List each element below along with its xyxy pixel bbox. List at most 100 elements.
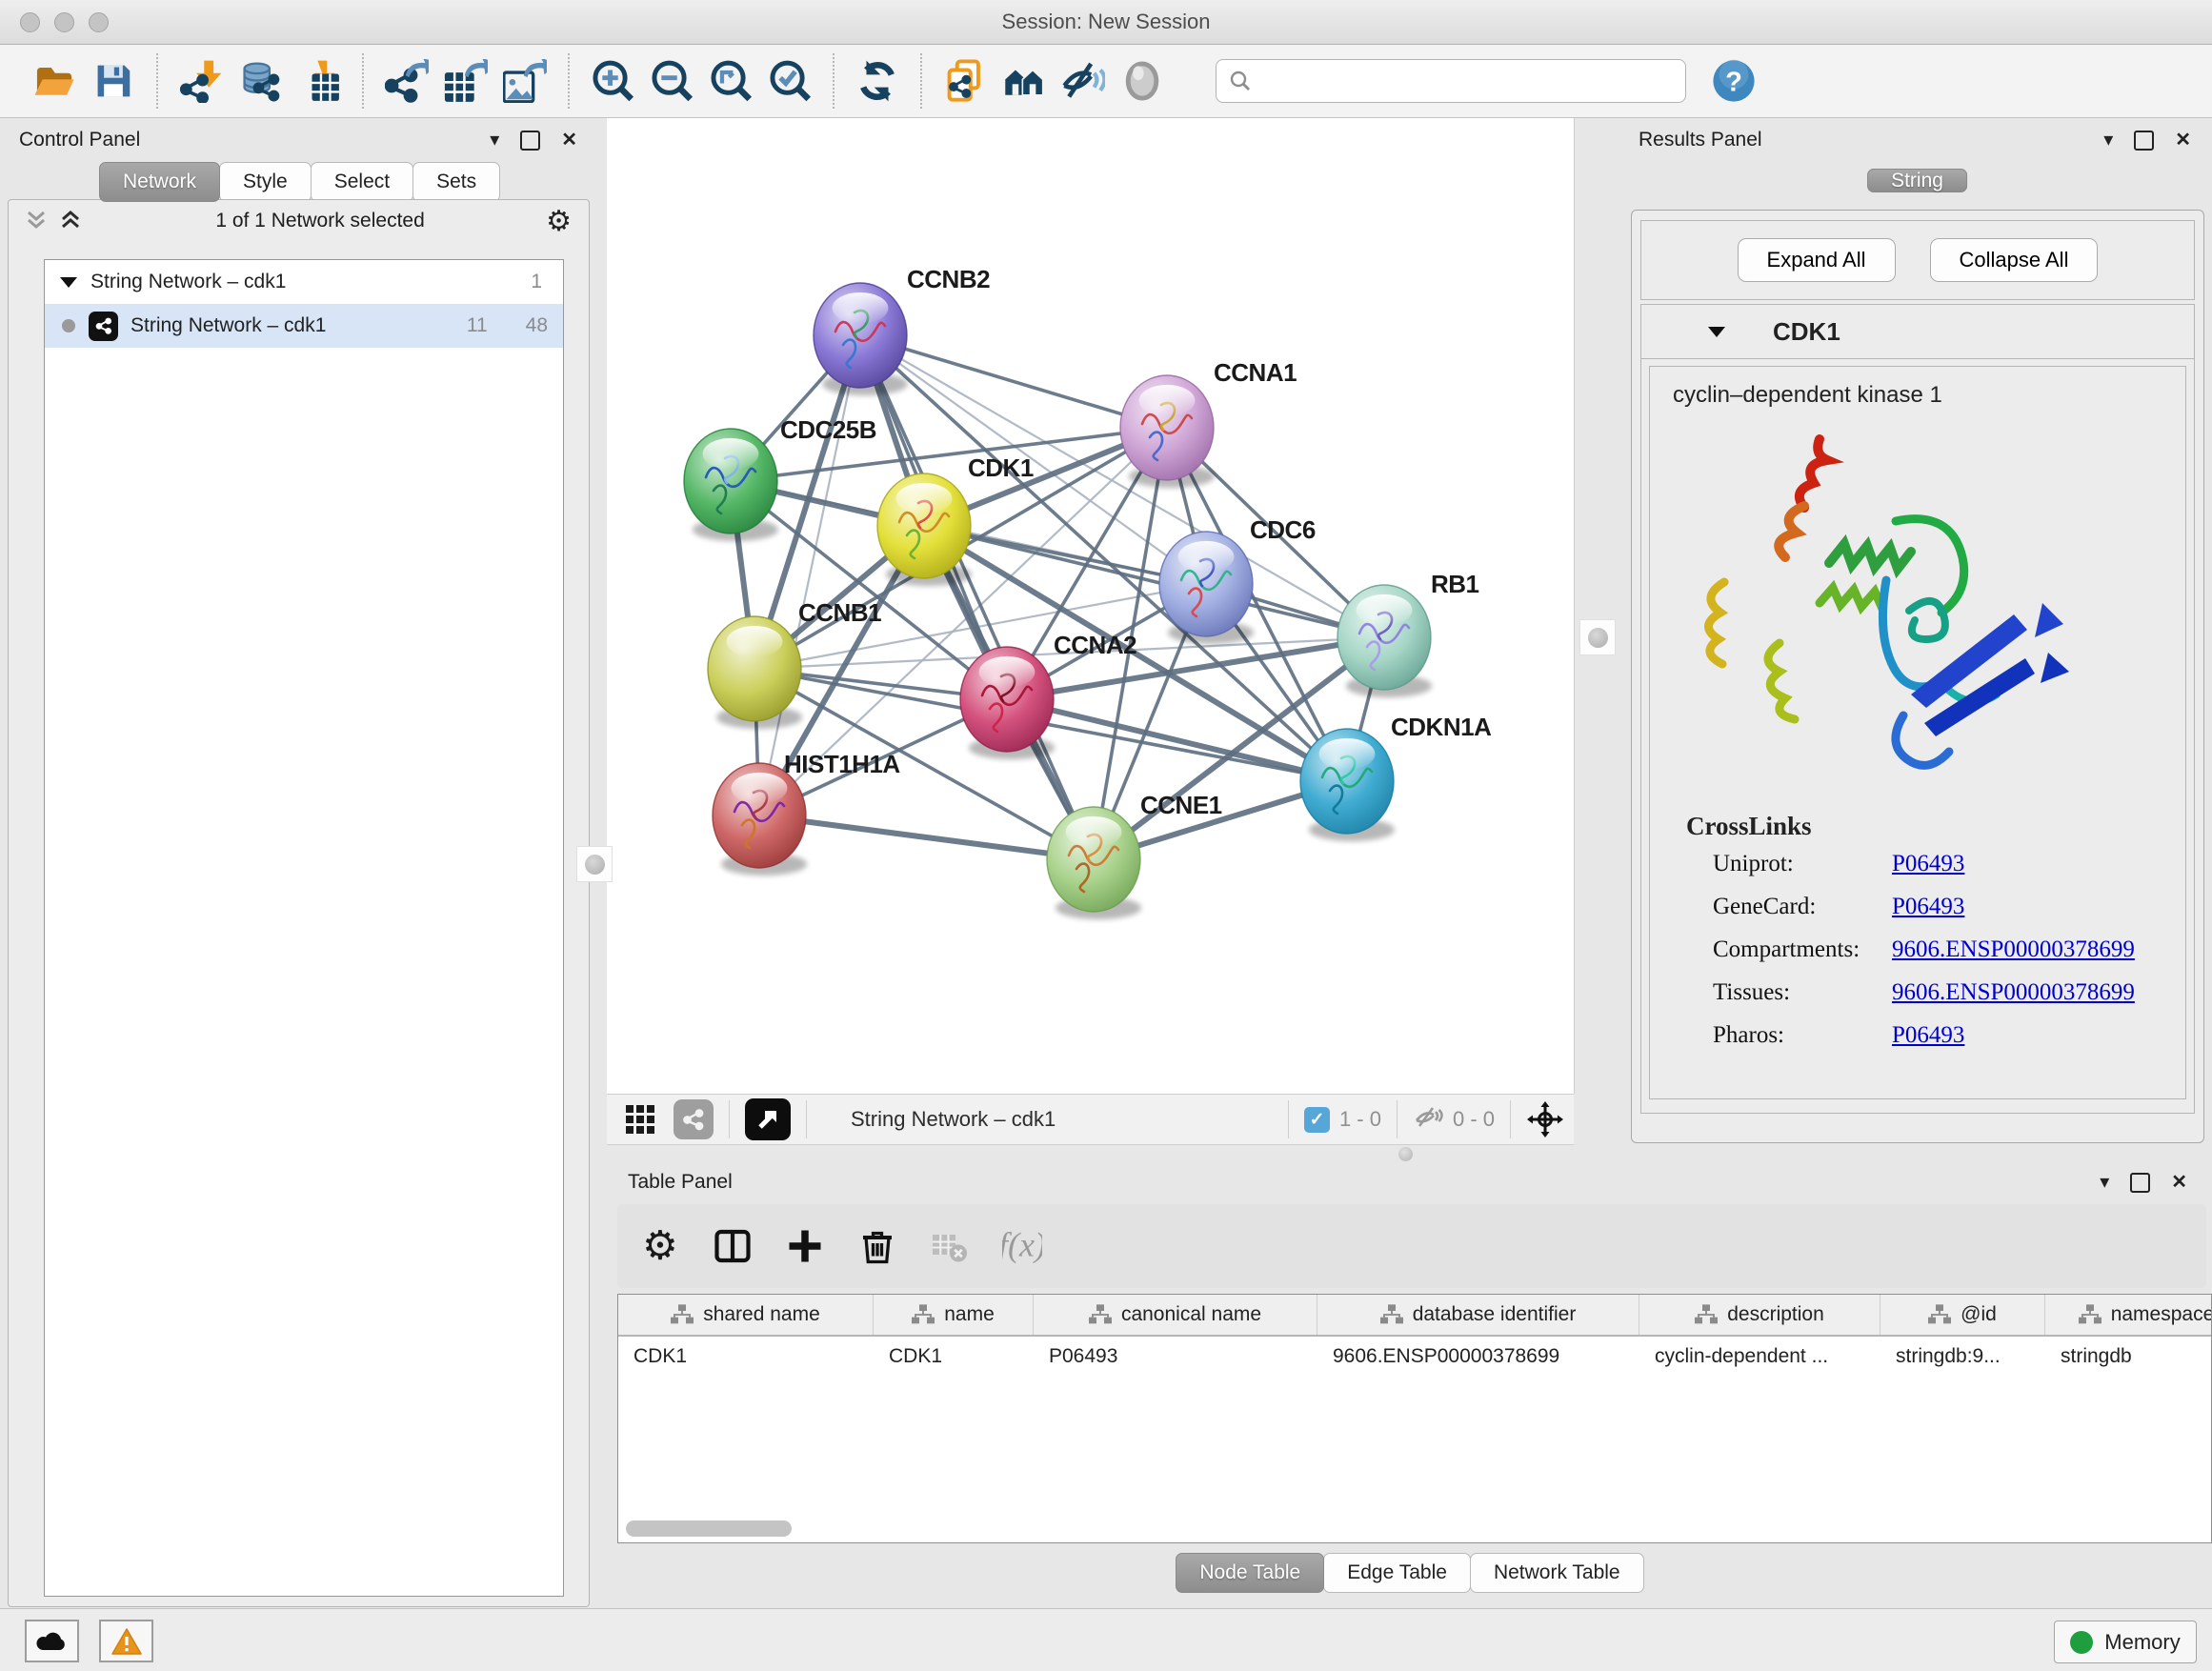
column-header-shared-name[interactable]: shared name (618, 1295, 874, 1336)
network-node-CCNA2[interactable] (960, 647, 1055, 759)
network-node-CCNA1[interactable] (1120, 375, 1215, 488)
float-panel-icon[interactable] (2134, 131, 2154, 151)
expand-all-button[interactable]: Expand All (1738, 238, 1896, 282)
network-node-RB1[interactable] (1337, 585, 1432, 697)
memory-button[interactable]: Memory (2054, 1621, 2197, 1663)
zoom-selected-button[interactable] (765, 54, 814, 108)
table-cell: 9606.ENSP00000378699 (1317, 1336, 1639, 1377)
show-all-button[interactable] (1117, 54, 1167, 108)
tab-node-table[interactable]: Node Table (1176, 1553, 1324, 1593)
panel-menu-icon[interactable]: ▾ (2103, 131, 2113, 150)
zoom-out-button[interactable] (647, 54, 696, 108)
network-node-CCNB1[interactable] (708, 616, 802, 729)
tree-collapse-icon[interactable] (60, 277, 77, 288)
network-node-CDC6[interactable] (1159, 532, 1254, 644)
tab-network-table[interactable]: Network Table (1470, 1553, 1644, 1593)
tab-select[interactable]: Select (311, 162, 413, 202)
network-tree-child-row[interactable]: String Network – cdk1 11 48 (45, 304, 563, 348)
network-node-HIST1H1A[interactable] (713, 763, 807, 876)
network-share-button[interactable] (674, 1099, 714, 1139)
import-table-button[interactable] (294, 54, 344, 108)
zoom-selected-icon (768, 59, 812, 103)
column-header-database-identifier[interactable]: database identifier (1317, 1295, 1639, 1336)
expand-all-icon[interactable] (60, 210, 81, 232)
selected-nodes-checkbox[interactable]: ✓ (1304, 1107, 1330, 1133)
node-label-CCNA1: CCNA1 (1214, 358, 1297, 387)
panel-menu-icon[interactable]: ▾ (490, 131, 499, 150)
delete-columns-button[interactable] (857, 1226, 897, 1266)
detach-view-button[interactable] (745, 1098, 791, 1140)
tab-edge-table[interactable]: Edge Table (1323, 1553, 1471, 1593)
crosslink-link[interactable]: 9606.ENSP00000378699 (1892, 936, 2135, 963)
save-session-button[interactable] (89, 54, 138, 108)
export-table-button[interactable] (441, 54, 491, 108)
toggle-columns-button[interactable] (713, 1226, 753, 1266)
tab-sets[interactable]: Sets (412, 162, 500, 202)
apply-layout-button[interactable] (853, 54, 902, 108)
column-header-description[interactable]: description (1639, 1295, 1880, 1336)
right-splitter-handle[interactable] (1579, 619, 1616, 655)
export-network-icon (385, 59, 429, 103)
network-tree-root-row[interactable]: String Network – cdk1 1 (45, 260, 563, 304)
network-node-CDC25B[interactable] (684, 429, 778, 541)
column-header-namespace[interactable]: namespace (2045, 1295, 2212, 1336)
cloud-button[interactable] (25, 1620, 79, 1662)
network-collection-label: String Network – cdk1 (90, 271, 286, 293)
float-panel-icon[interactable] (2130, 1173, 2150, 1193)
new-network-from-selection-button[interactable] (940, 54, 990, 108)
crosslink-link[interactable]: P06493 (1892, 851, 1964, 877)
function-builder-button[interactable]: f(x) (1002, 1226, 1042, 1266)
tab-string[interactable]: String (1867, 169, 1967, 192)
control-panel: Control Panel ▾ ✕ NetworkStyleSelectSets… (0, 118, 600, 1608)
table-hscrollbar-thumb[interactable] (626, 1520, 792, 1537)
column-header-name[interactable]: name (874, 1295, 1034, 1336)
gear-icon[interactable]: ⚙ (546, 205, 572, 238)
tab-network[interactable]: Network (99, 162, 220, 202)
first-neighbors-button[interactable] (999, 54, 1049, 108)
warning-button[interactable] (99, 1620, 153, 1662)
left-splitter-handle[interactable] (576, 846, 613, 882)
close-panel-icon[interactable]: ✕ (2175, 131, 2191, 150)
warning-icon (111, 1627, 143, 1656)
column-header-@id[interactable]: @id (1880, 1295, 2045, 1336)
export-network-button[interactable] (382, 54, 432, 108)
network-node-CCNB2[interactable] (814, 283, 908, 395)
tab-style[interactable]: Style (219, 162, 312, 202)
create-column-button[interactable] (785, 1226, 825, 1266)
open-session-button[interactable] (30, 54, 79, 108)
network-node-CDK1[interactable] (877, 473, 972, 586)
control-panel-tabs: NetworkStyleSelectSets (99, 162, 499, 202)
network-canvas[interactable]: CCNB2CCNA1CDC25BCDK1CDC6RB1CCNB1CCNA2CDK… (607, 118, 1575, 1094)
panel-menu-icon[interactable]: ▾ (2100, 1173, 2109, 1192)
collapse-all-button[interactable]: Collapse All (1930, 238, 2099, 282)
close-panel-icon[interactable]: ✕ (561, 131, 577, 150)
crosslink-link[interactable]: P06493 (1892, 894, 1964, 920)
table-row[interactable]: CDK1CDK1P064939606.ENSP00000378699cyclin… (618, 1336, 2212, 1377)
hide-selected-button[interactable] (1058, 54, 1108, 108)
import-database-button[interactable] (235, 54, 285, 108)
crosslink-link[interactable]: P06493 (1892, 1022, 1964, 1049)
view-grid-button[interactable] (624, 1103, 656, 1136)
table-settings-button[interactable]: ⚙ (640, 1226, 680, 1266)
search-input[interactable] (1253, 62, 1685, 100)
close-panel-icon[interactable]: ✕ (2171, 1173, 2187, 1192)
delete-table-button[interactable] (930, 1226, 970, 1266)
delete-columns-icon (857, 1226, 897, 1266)
crosslink-link[interactable]: 9606.ENSP00000378699 (1892, 979, 2135, 1006)
collapse-section-icon[interactable] (1708, 327, 1725, 337)
zoom-fit-icon (709, 59, 753, 103)
zoom-fit-button[interactable] (706, 54, 755, 108)
search-box[interactable] (1216, 59, 1686, 103)
network-node-CCNE1[interactable] (1047, 807, 1141, 919)
column-header-canonical-name[interactable]: canonical name (1034, 1295, 1317, 1336)
collapse-all-icon[interactable] (26, 210, 47, 232)
protein-section-header[interactable]: CDK1 (1641, 305, 2194, 359)
birdseye-crosshair-button[interactable] (1526, 1100, 1564, 1138)
help-button[interactable]: ? (1711, 58, 1757, 104)
float-panel-icon[interactable] (520, 131, 540, 151)
column-type-icon (1380, 1304, 1403, 1325)
import-network-button[interactable] (176, 54, 226, 108)
network-node-CDKN1A[interactable] (1300, 729, 1395, 841)
export-image-button[interactable] (500, 54, 550, 108)
zoom-in-button[interactable] (588, 54, 637, 108)
